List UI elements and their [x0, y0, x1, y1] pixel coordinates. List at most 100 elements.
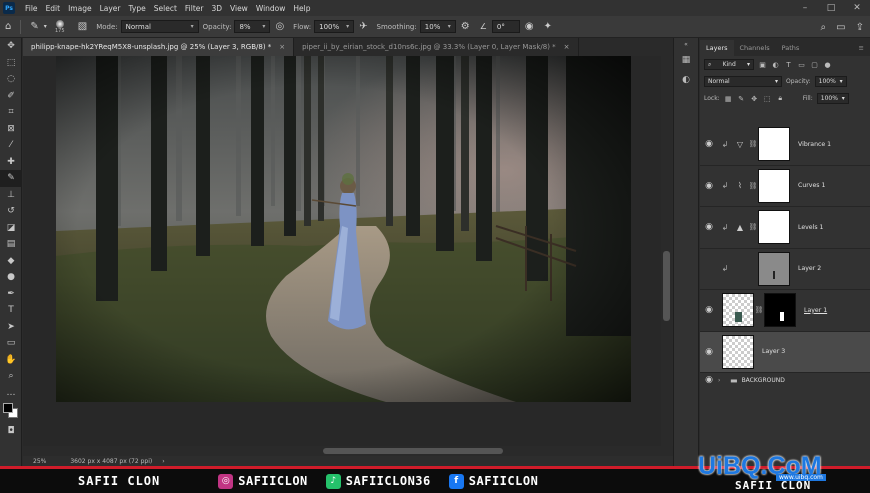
frame-tool-icon[interactable]: ⊠: [0, 121, 22, 138]
filter-toggle-icon[interactable]: ●: [823, 61, 832, 69]
flow-input[interactable]: 100% ▾: [314, 20, 355, 33]
vertical-scrollbar[interactable]: [661, 56, 672, 456]
brush-settings-icon[interactable]: ▧: [78, 21, 87, 32]
brush-tool-icon[interactable]: ✎: [0, 170, 22, 187]
layer-thumbnail[interactable]: [722, 293, 754, 328]
menu-3d[interactable]: 3D: [207, 4, 226, 13]
scrollbar-thumb[interactable]: [323, 448, 503, 454]
close-icon[interactable]: ×: [564, 43, 570, 51]
layer-row-layer-2[interactable]: ◉ ↲ Layer 2: [700, 249, 870, 290]
zoom-level[interactable]: 25%: [33, 458, 46, 465]
menu-type[interactable]: Type: [125, 4, 150, 13]
link-icon[interactable]: ⛓︎: [748, 223, 758, 231]
layer-group-background[interactable]: ◉ › ▬ BACKGROUND: [700, 373, 870, 387]
healing-brush-tool-icon[interactable]: ✚: [0, 154, 22, 171]
mode-select[interactable]: Normal ▾: [120, 20, 199, 33]
canvas-area[interactable]: [23, 56, 661, 456]
move-tool-icon[interactable]: ✥: [0, 38, 22, 55]
adjustments-icon[interactable]: ◐: [674, 70, 698, 90]
pressure-size-icon[interactable]: ◉: [525, 21, 534, 32]
pen-tool-icon[interactable]: ✒: [0, 286, 22, 303]
eye-icon[interactable]: ◉: [700, 305, 718, 315]
tab-layers[interactable]: Layers: [700, 40, 734, 56]
type-tool-icon[interactable]: T: [0, 302, 22, 319]
layer-row-curves[interactable]: ◉ ↲ ⌇ ⛓︎ Curves 1: [700, 166, 870, 207]
filter-smart-object-icon[interactable]: ▢: [810, 61, 819, 69]
close-icon[interactable]: ×: [279, 43, 285, 51]
brush-preset-picker[interactable]: 175: [50, 18, 70, 36]
layer-row-vibrance[interactable]: ◉ ↲ ▽ ⛓︎ Vibrance 1: [700, 124, 870, 166]
airbrush-icon[interactable]: ✈: [359, 21, 367, 32]
tab-paths[interactable]: Paths: [776, 40, 806, 56]
workspace-icon[interactable]: ▭: [836, 22, 845, 33]
maximize-icon[interactable]: □: [818, 3, 844, 13]
fill-input[interactable]: 100% ▾: [816, 93, 849, 104]
link-icon[interactable]: ⛓︎: [748, 182, 758, 190]
eye-icon[interactable]: ◉: [700, 347, 718, 357]
properties-icon[interactable]: ▦: [674, 50, 698, 70]
hand-tool-icon[interactable]: ✋: [0, 352, 22, 369]
eraser-tool-icon[interactable]: ◪: [0, 220, 22, 237]
smoothing-input[interactable]: 10% ▾: [419, 20, 456, 33]
clone-stamp-tool-icon[interactable]: ⊥: [0, 187, 22, 204]
home-icon[interactable]: ⌂: [5, 21, 11, 32]
path-select-tool-icon[interactable]: ➤: [0, 319, 22, 336]
layer-thumbnail[interactable]: [722, 334, 754, 369]
scrollbar-thumb[interactable]: [663, 251, 670, 321]
document-canvas-image[interactable]: [56, 56, 631, 402]
angle-input[interactable]: 0°: [491, 20, 520, 33]
layer-row-levels[interactable]: ◉ ↲ ▲ ⛓︎ Levels 1: [700, 207, 870, 249]
layer-row-layer-1[interactable]: ◉ ⛓︎ Layer 1: [700, 290, 870, 332]
layer-mask-thumbnail[interactable]: [758, 168, 790, 203]
eye-icon[interactable]: ◉: [700, 375, 718, 385]
lock-position-icon[interactable]: ✥: [750, 95, 759, 103]
tab-document-2[interactable]: piper_ii_by_eirian_stock_d10ns6c.jpg @ 3…: [294, 38, 579, 56]
filter-kind-select[interactable]: ⌕ Kind ▾: [704, 59, 754, 70]
crop-tool-icon[interactable]: ⌗: [0, 104, 22, 121]
link-icon[interactable]: ⛓︎: [754, 306, 764, 314]
blend-mode-select[interactable]: Normal ▾: [704, 76, 782, 87]
share-icon[interactable]: ⇪: [856, 22, 864, 33]
rectangle-tool-icon[interactable]: ▭: [0, 335, 22, 352]
zoom-tool-icon[interactable]: ⌕: [0, 368, 22, 385]
menu-filter[interactable]: Filter: [181, 4, 208, 13]
menu-view[interactable]: View: [226, 4, 252, 13]
filter-adjustment-icon[interactable]: ◐: [771, 61, 780, 69]
lock-artboard-icon[interactable]: ⬚: [763, 95, 772, 103]
filter-shape-icon[interactable]: ▭: [797, 61, 806, 69]
layer-mask-thumbnail[interactable]: [764, 293, 796, 328]
horizontal-scrollbar[interactable]: [23, 446, 673, 456]
quick-select-tool-icon[interactable]: ✐: [0, 88, 22, 105]
chevron-down-icon[interactable]: ▾: [44, 23, 47, 30]
search-icon[interactable]: ⌕: [821, 22, 827, 33]
menu-layer[interactable]: Layer: [96, 4, 125, 13]
eyedropper-tool-icon[interactable]: ⁄: [0, 137, 22, 154]
quick-mask-icon[interactable]: ◘: [0, 423, 22, 440]
color-swatches[interactable]: [0, 401, 22, 423]
chevron-right-icon[interactable]: ›: [718, 377, 726, 384]
dodge-tool-icon[interactable]: ●: [0, 269, 22, 286]
layer-opacity-input[interactable]: 100% ▾: [814, 76, 847, 87]
lasso-tool-icon[interactable]: ◌: [0, 71, 22, 88]
filter-type-icon[interactable]: T: [784, 61, 793, 69]
menu-select[interactable]: Select: [150, 4, 181, 13]
opacity-input[interactable]: 8% ▾: [234, 20, 271, 33]
marquee-tool-icon[interactable]: ⬚: [0, 55, 22, 72]
chevron-right-icon[interactable]: ›: [162, 458, 164, 465]
panel-menu-icon[interactable]: ≡: [853, 40, 870, 56]
layer-mask-thumbnail[interactable]: [758, 210, 790, 245]
photoshop-logo-icon[interactable]: Ps: [3, 2, 15, 14]
filter-pixel-icon[interactable]: ▣: [758, 61, 767, 69]
minimize-icon[interactable]: –: [792, 3, 818, 13]
foreground-color-swatch[interactable]: [3, 403, 13, 413]
close-icon[interactable]: ✕: [844, 3, 870, 13]
link-icon[interactable]: ⛓︎: [748, 140, 758, 148]
menu-edit[interactable]: Edit: [42, 4, 65, 13]
gear-icon[interactable]: ⚙: [461, 21, 470, 32]
tab-channels[interactable]: Channels: [734, 40, 776, 56]
menu-image[interactable]: Image: [64, 4, 96, 13]
eye-icon[interactable]: ◉: [700, 222, 718, 232]
blur-tool-icon[interactable]: ◆: [0, 253, 22, 270]
brush-tool-icon[interactable]: ✎: [30, 21, 38, 32]
eye-icon[interactable]: ◉: [700, 139, 718, 149]
